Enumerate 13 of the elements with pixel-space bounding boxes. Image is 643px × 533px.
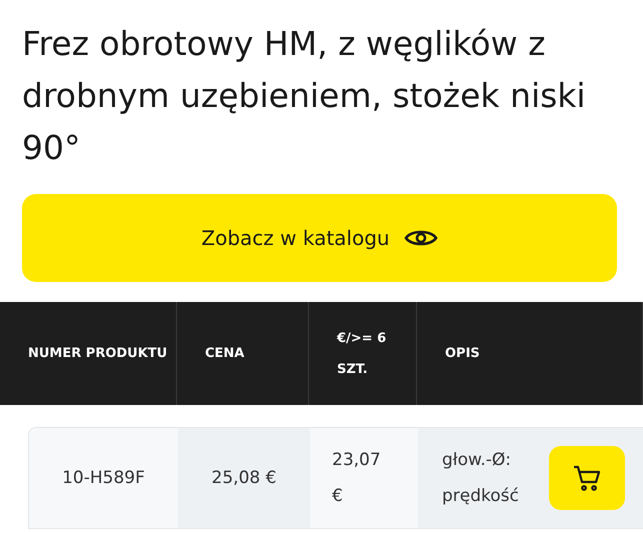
add-to-cart-button[interactable] bbox=[549, 446, 625, 510]
catalog-button[interactable]: Zobacz w katalogu bbox=[22, 194, 617, 282]
description-text: głow.-Ø: bbox=[442, 449, 512, 472]
column-header: NUMER PRODUKTU bbox=[28, 345, 168, 363]
product-title: Frez obrotowy HM, z węglików z drobnym uzębieniem, stożek niski 90° bbox=[22, 23, 587, 169]
table-cell-text: 23,07 € bbox=[332, 449, 382, 508]
column-header: €/>= 6 SZT. bbox=[337, 330, 388, 378]
column-header: CENA bbox=[205, 345, 244, 363]
column-header: OPIS bbox=[445, 345, 480, 363]
table-cell-text: 25,08 € bbox=[212, 467, 276, 490]
table-cell-text: 10-H589F bbox=[62, 467, 145, 490]
cart-icon bbox=[572, 464, 602, 492]
description-text: prędkość bbox=[442, 485, 519, 508]
